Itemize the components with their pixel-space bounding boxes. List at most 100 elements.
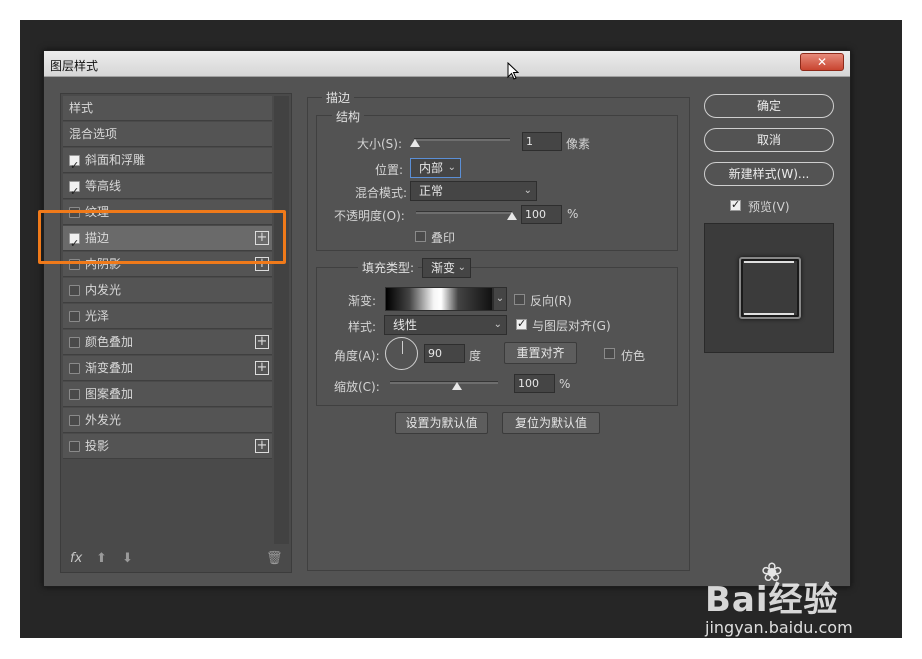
- style-item[interactable]: 投影 +: [63, 434, 272, 459]
- add-effect-icon[interactable]: +: [255, 361, 269, 375]
- style-item-label: 样式: [69, 101, 94, 115]
- size-label: 大小(S):: [357, 137, 403, 151]
- opacity-label: 不透明度(O):: [334, 209, 405, 223]
- gradient-dropdown-arrow[interactable]: ⌄: [493, 287, 507, 311]
- set-default-button[interactable]: 设置为默认值: [395, 412, 488, 434]
- scale-slider[interactable]: [390, 381, 498, 384]
- baidu-watermark: ❀ Bai经验 jingyan.baidu.com: [705, 558, 905, 648]
- styles-list-footer: fx ⬆ ⬇ 🗑: [60, 549, 292, 573]
- align-with-layer-checkbox[interactable]: [516, 317, 527, 330]
- angle-input[interactable]: 90: [424, 344, 465, 363]
- style-item[interactable]: 等高线: [63, 174, 272, 204]
- style-item[interactable]: 颜色叠加 +: [63, 330, 272, 355]
- reset-default-button[interactable]: 复位为默认值: [502, 412, 600, 434]
- chevron-down-icon: ⌄: [457, 262, 466, 273]
- fx-icon[interactable]: fx: [70, 551, 82, 566]
- opacity-slider[interactable]: [416, 211, 512, 214]
- preview-thumbnail: [704, 223, 834, 353]
- cancel-button[interactable]: 取消: [704, 128, 834, 152]
- reverse-label: 反向(R): [530, 294, 572, 308]
- style-item[interactable]: 渐变叠加 +: [63, 356, 272, 381]
- chevron-down-icon: ⌄: [447, 162, 456, 173]
- ok-button[interactable]: 确定: [704, 94, 834, 118]
- move-up-icon[interactable]: ⬆: [96, 551, 107, 566]
- screenshot-frame: 图层样式 ✕ 样式混合选项斜面和浮雕等高线纹理描边+内阴影+内发光光泽颜色叠加+…: [0, 0, 922, 659]
- preview-label: 预览(V): [748, 200, 790, 214]
- stroke-group-title: 描边: [322, 89, 355, 106]
- dialog-title: 图层样式: [50, 59, 99, 73]
- style-item-checkbox[interactable]: [69, 153, 80, 178]
- style-item[interactable]: 外发光: [63, 408, 272, 433]
- style-item-checkbox[interactable]: [69, 179, 80, 204]
- reverse-checkbox[interactable]: [514, 294, 525, 305]
- angle-dial[interactable]: [385, 337, 418, 370]
- reset-align-button[interactable]: 重置对齐: [504, 342, 577, 364]
- style-item-label: 颜色叠加: [85, 335, 134, 349]
- preview-checkbox[interactable]: [730, 198, 741, 211]
- style-item-label: 混合选项: [69, 127, 118, 141]
- add-effect-icon[interactable]: +: [255, 335, 269, 349]
- fill-type-value: 渐变: [431, 261, 456, 275]
- blend-mode-value: 正常: [419, 184, 444, 198]
- style-item-label: 图案叠加: [85, 387, 134, 401]
- blend-mode-dropdown[interactable]: 正常 ⌄: [410, 181, 537, 201]
- move-down-icon[interactable]: ⬇: [122, 551, 133, 566]
- opacity-unit: %: [567, 207, 579, 221]
- style-item-label: 等高线: [85, 179, 122, 193]
- mouse-cursor-icon: [507, 62, 519, 80]
- structure-group-title: 结构: [332, 108, 365, 125]
- style-label: 样式:: [348, 320, 377, 334]
- style-item-label: 渐变叠加: [85, 361, 134, 375]
- preview-shape: [739, 257, 801, 319]
- new-style-button[interactable]: 新建样式(W)...: [704, 162, 834, 186]
- scale-unit: %: [559, 377, 571, 391]
- dither-checkbox[interactable]: [604, 348, 615, 359]
- scale-label: 缩放(C):: [334, 380, 380, 394]
- style-item[interactable]: 图案叠加: [63, 382, 272, 407]
- overprint-checkbox[interactable]: [415, 231, 426, 242]
- style-item-checkbox[interactable]: [69, 389, 80, 400]
- style-item-checkbox[interactable]: [69, 415, 80, 426]
- styles-list-scrollbar[interactable]: [274, 96, 289, 544]
- style-item-label: 内发光: [85, 283, 122, 297]
- style-item-label: 外发光: [85, 413, 122, 427]
- opacity-slider-thumb[interactable]: [507, 212, 517, 220]
- style-item[interactable]: 斜面和浮雕: [63, 148, 272, 178]
- gradient-swatch[interactable]: [385, 287, 493, 311]
- style-item[interactable]: 光泽: [63, 304, 272, 329]
- close-button[interactable]: ✕: [800, 53, 844, 71]
- blend-mode-label: 混合模式:: [355, 186, 408, 200]
- trash-icon[interactable]: 🗑: [266, 551, 283, 566]
- style-item-checkbox[interactable]: [69, 337, 80, 348]
- chevron-down-icon: ⌄: [523, 185, 532, 196]
- style-item-checkbox[interactable]: [69, 285, 80, 296]
- gradient-style-dropdown[interactable]: 线性 ⌄: [384, 315, 507, 335]
- align-with-layer-label: 与图层对齐(G): [532, 319, 611, 333]
- angle-label: 角度(A):: [334, 349, 380, 363]
- style-item-label: 光泽: [85, 309, 110, 323]
- position-dropdown[interactable]: 内部 ⌄: [410, 158, 461, 178]
- gradient-label: 渐变:: [348, 294, 377, 308]
- angle-unit: 度: [469, 349, 482, 363]
- scale-input[interactable]: 100: [514, 374, 555, 393]
- style-item-label: 斜面和浮雕: [85, 153, 146, 167]
- size-unit: 像素: [566, 137, 591, 151]
- styles-list-panel: 样式混合选项斜面和浮雕等高线纹理描边+内阴影+内发光光泽颜色叠加+渐变叠加+图案…: [60, 93, 292, 573]
- opacity-input[interactable]: 100: [521, 205, 562, 224]
- add-effect-icon[interactable]: +: [255, 439, 269, 453]
- size-input[interactable]: 1: [522, 132, 562, 151]
- chevron-down-icon: ⌄: [493, 319, 502, 330]
- size-slider-thumb[interactable]: [410, 139, 420, 147]
- style-item[interactable]: 内发光: [63, 278, 272, 303]
- style-item-checkbox[interactable]: [69, 311, 80, 322]
- dither-label: 仿色: [621, 349, 646, 363]
- scale-slider-thumb[interactable]: [452, 382, 462, 390]
- style-item[interactable]: 样式: [63, 96, 272, 121]
- style-item[interactable]: 混合选项: [63, 122, 272, 147]
- style-item-label: 投影: [85, 439, 110, 453]
- watermark-url: jingyan.baidu.com: [705, 618, 853, 637]
- style-item-checkbox[interactable]: [69, 441, 80, 452]
- fill-type-dropdown[interactable]: 渐变 ⌄: [422, 258, 471, 278]
- style-item-checkbox[interactable]: [69, 363, 80, 374]
- size-slider[interactable]: [414, 138, 510, 141]
